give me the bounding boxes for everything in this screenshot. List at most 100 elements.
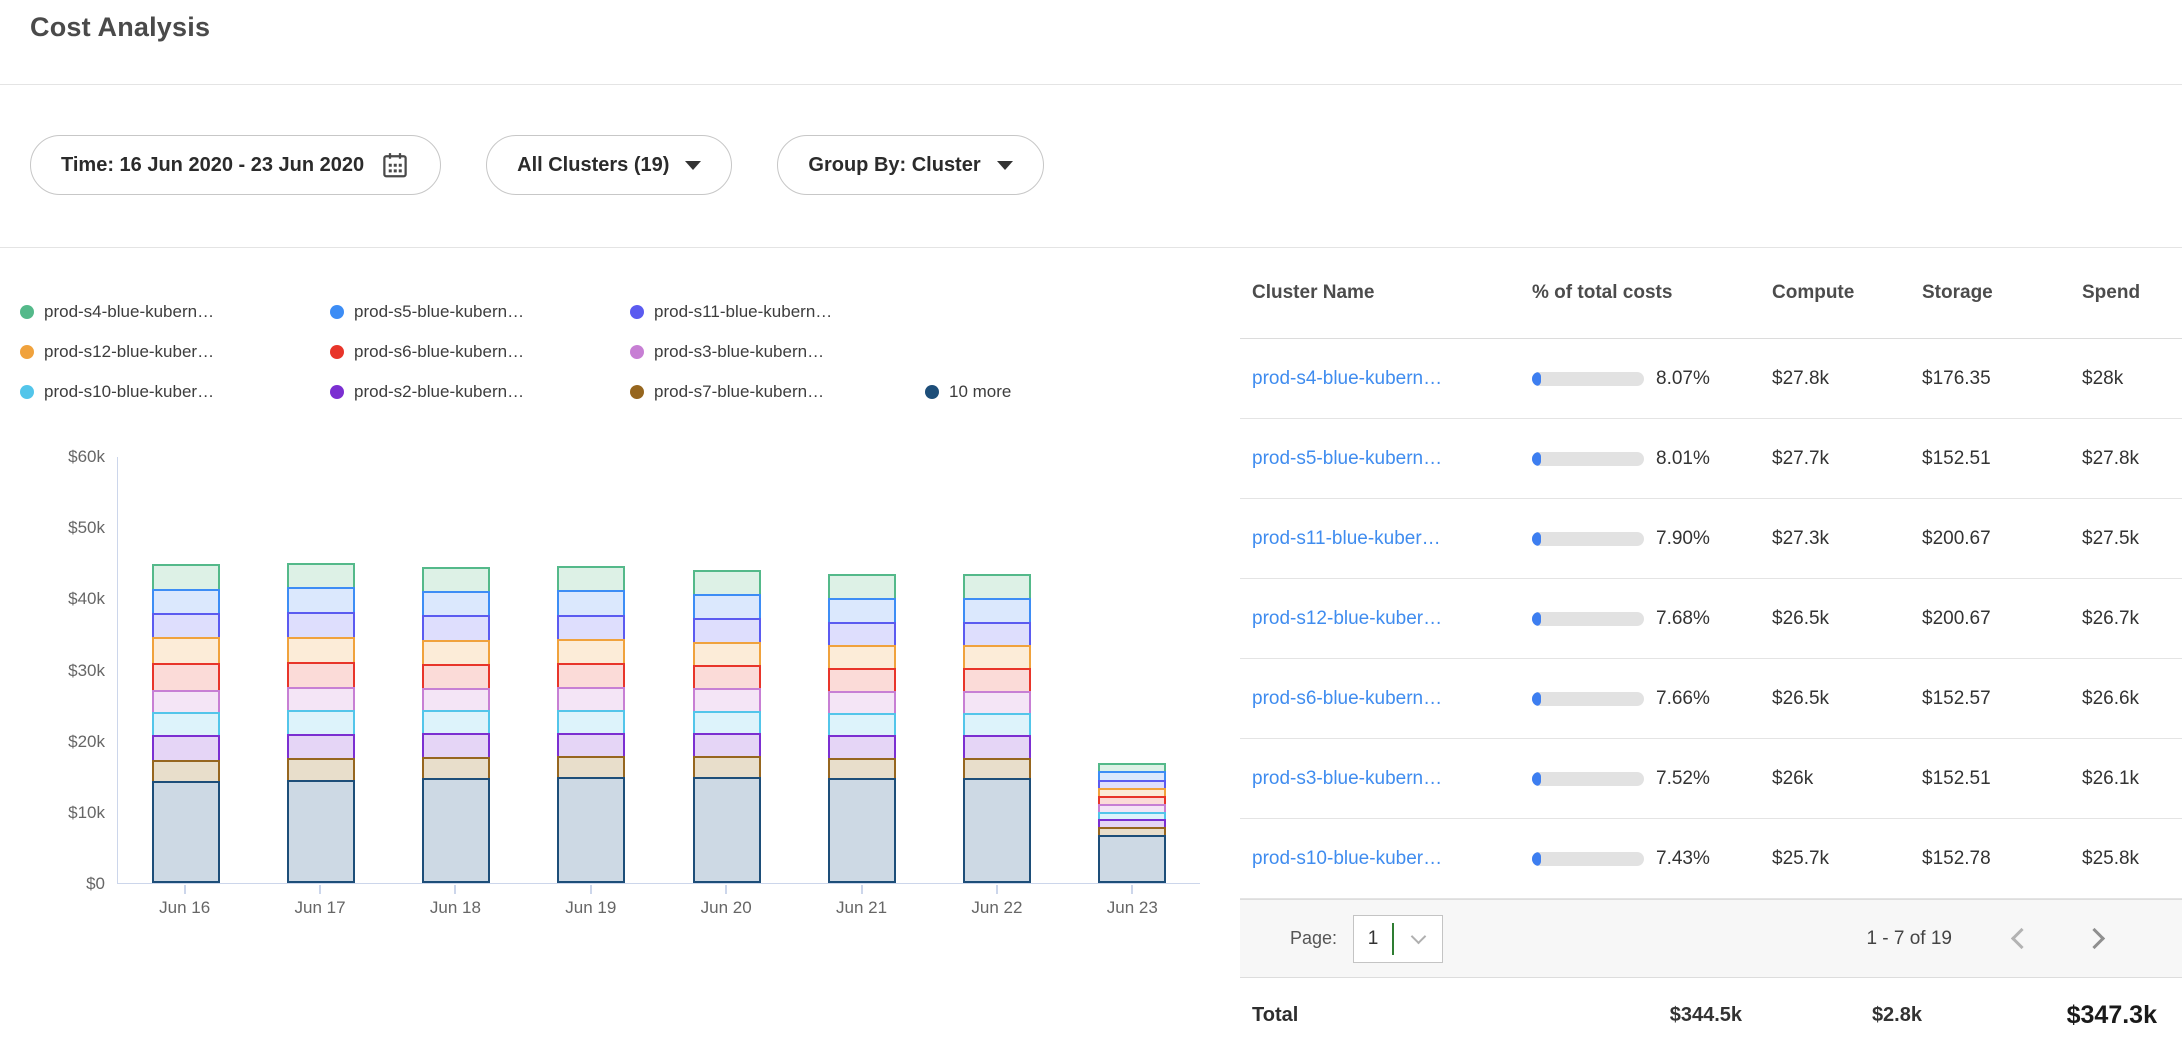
legend-item[interactable]: prod-s10-blue-kuber…	[20, 382, 330, 402]
pct-progress-fill	[1532, 852, 1541, 866]
bar-segment[interactable]	[287, 563, 355, 589]
bar-segment[interactable]	[557, 639, 625, 665]
legend-item[interactable]: prod-s7-blue-kubern…	[630, 382, 925, 402]
next-page-icon[interactable]	[2084, 928, 2105, 949]
stacked-bar-jun-19	[557, 566, 625, 883]
bar-segment[interactable]	[422, 591, 490, 617]
bar-segment[interactable]	[152, 663, 220, 691]
cluster-name-link[interactable]: prod-s3-blue-kubern…	[1252, 768, 1442, 789]
bar-segment[interactable]	[693, 570, 761, 596]
legend-item[interactable]: prod-s5-blue-kubern…	[330, 302, 630, 322]
bar-segment[interactable]	[152, 735, 220, 761]
bar-segment[interactable]	[693, 665, 761, 690]
bar-segment[interactable]	[963, 668, 1031, 693]
bar-segment[interactable]	[422, 615, 490, 641]
bar-segment[interactable]	[693, 711, 761, 735]
cluster-name-link[interactable]: prod-s4-blue-kubern…	[1252, 368, 1442, 389]
legend-item[interactable]: prod-s6-blue-kubern…	[330, 342, 630, 362]
group-by-dropdown[interactable]: Group By: Cluster	[777, 135, 1043, 195]
time-range-filter[interactable]: Time: 16 Jun 2020 - 23 Jun 2020	[30, 135, 441, 195]
bar-segment[interactable]	[557, 566, 625, 592]
bar-segment[interactable]	[963, 713, 1031, 737]
pct-value: 7.43%	[1656, 848, 1710, 870]
bar-segment[interactable]	[557, 777, 625, 883]
bar-segment[interactable]	[963, 778, 1031, 883]
bar-segment[interactable]	[152, 564, 220, 591]
bar-segment[interactable]	[557, 590, 625, 616]
bar-segment[interactable]	[422, 567, 490, 593]
bar-segment[interactable]	[828, 691, 896, 715]
bar-segment[interactable]	[828, 668, 896, 693]
col-header-storage: Storage	[1922, 282, 2082, 304]
bar-segment[interactable]	[152, 690, 220, 714]
bar-segment[interactable]	[693, 688, 761, 713]
previous-page-icon[interactable]	[2011, 928, 2032, 949]
bar-segment[interactable]	[422, 688, 490, 713]
bar-segment[interactable]	[693, 642, 761, 668]
cluster-name-link[interactable]: prod-s6-blue-kubern…	[1252, 688, 1442, 709]
page-select[interactable]: 1	[1353, 915, 1443, 963]
storage-value: $152.51	[1922, 768, 2082, 790]
bar-segment[interactable]	[693, 594, 761, 620]
bar-segment[interactable]	[287, 758, 355, 781]
legend-item[interactable]: prod-s12-blue-kuber…	[20, 342, 330, 362]
bar-segment[interactable]	[963, 574, 1031, 600]
cluster-name-link[interactable]: prod-s11-blue-kuber…	[1252, 528, 1441, 549]
legend-item[interactable]: prod-s3-blue-kubern…	[630, 342, 925, 362]
bar-segment[interactable]	[287, 637, 355, 664]
bar-segment[interactable]	[693, 777, 761, 883]
bar-segment[interactable]	[152, 613, 220, 639]
bar-segment[interactable]	[152, 760, 220, 783]
bar-segment[interactable]	[287, 687, 355, 712]
bar-segment[interactable]	[557, 615, 625, 641]
bar-segment[interactable]	[422, 778, 490, 883]
bar-segment[interactable]	[963, 691, 1031, 715]
legend-item[interactable]: 10 more	[925, 382, 1011, 402]
bar-segment[interactable]	[693, 618, 761, 644]
cluster-name-link[interactable]: prod-s5-blue-kubern…	[1252, 448, 1442, 469]
cluster-name-link[interactable]: prod-s12-blue-kuber…	[1252, 608, 1442, 629]
bar-segment[interactable]	[422, 733, 490, 759]
bar-segment[interactable]	[557, 710, 625, 735]
bar-segment[interactable]	[557, 733, 625, 759]
cluster-name-link[interactable]: prod-s10-blue-kuber…	[1252, 848, 1442, 869]
bar-segment[interactable]	[693, 733, 761, 758]
bar-segment[interactable]	[828, 778, 896, 883]
bar-segment[interactable]	[152, 712, 220, 738]
bar-segment[interactable]	[963, 622, 1031, 648]
bar-segment[interactable]	[422, 757, 490, 780]
bar-segment[interactable]	[963, 598, 1031, 624]
bar-segment[interactable]	[152, 589, 220, 615]
bar-segment[interactable]	[557, 756, 625, 779]
bar-segment[interactable]	[152, 637, 220, 665]
bar-segment[interactable]	[422, 710, 490, 735]
bar-segment[interactable]	[422, 664, 490, 690]
bar-segment[interactable]	[963, 645, 1031, 670]
bar-segment[interactable]	[828, 622, 896, 648]
bar-segment[interactable]	[963, 758, 1031, 780]
clusters-filter-dropdown[interactable]: All Clusters (19)	[486, 135, 732, 195]
bar-segment[interactable]	[152, 781, 220, 883]
bar-segment[interactable]	[963, 735, 1031, 760]
bar-segment[interactable]	[557, 687, 625, 712]
legend-item[interactable]: prod-s4-blue-kubern…	[20, 302, 330, 322]
bar-segment[interactable]	[828, 598, 896, 624]
bar-segment[interactable]	[287, 612, 355, 638]
bar-segment[interactable]	[693, 756, 761, 779]
bar-segment[interactable]	[828, 713, 896, 737]
bar-segment[interactable]	[287, 734, 355, 760]
bar-segment[interactable]	[287, 587, 355, 614]
legend-item[interactable]: prod-s2-blue-kubern…	[330, 382, 630, 402]
storage-value: $152.57	[1922, 688, 2082, 710]
bar-segment[interactable]	[828, 645, 896, 670]
bar-segment[interactable]	[828, 735, 896, 760]
bar-segment[interactable]	[287, 662, 355, 690]
bar-segment[interactable]	[422, 640, 490, 666]
bar-segment[interactable]	[1098, 835, 1166, 883]
bar-segment[interactable]	[287, 780, 355, 883]
legend-item[interactable]: prod-s11-blue-kubern…	[630, 302, 925, 322]
bar-segment[interactable]	[287, 710, 355, 736]
bar-segment[interactable]	[557, 663, 625, 689]
bar-segment[interactable]	[828, 758, 896, 780]
bar-segment[interactable]	[828, 574, 896, 600]
